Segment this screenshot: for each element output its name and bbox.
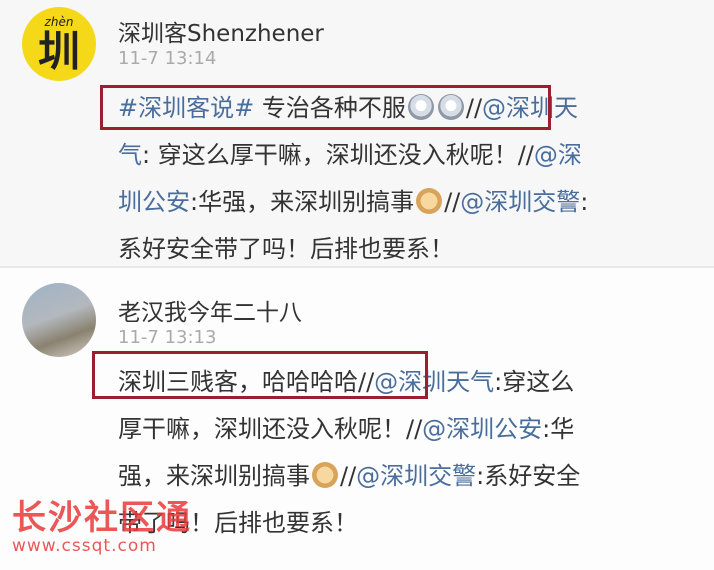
- text-line-3: 圳公安:华强，来深圳别搞事 //@深圳交警:: [118, 179, 678, 226]
- text-segment: :华: [542, 415, 575, 443]
- text-line-2: 气: 穿这么厚干嘛，深圳还没入秋呢！//@深: [118, 132, 678, 179]
- mention-link[interactable]: 气: [118, 141, 142, 169]
- text-segment: :系好安全: [476, 462, 581, 490]
- mention-link[interactable]: @深圳公安: [422, 415, 542, 443]
- doge-icon: [416, 188, 443, 214]
- avatar-character: 圳: [37, 27, 80, 76]
- mention-link[interactable]: @深圳交警: [356, 462, 476, 490]
- text-segment: //: [340, 462, 357, 490]
- author-name[interactable]: 老汉我今年二十八: [118, 293, 302, 327]
- post-time: 11-7 13:13: [118, 327, 217, 348]
- doge-icon: [312, 462, 338, 488]
- text-segment: 强，来深圳别搞事: [118, 462, 310, 490]
- text-segment: :华强，来深圳别搞事: [190, 188, 415, 216]
- text-segment: : 穿这么厚干嘛，深圳还没入秋呢！//: [142, 141, 534, 169]
- text-segment: :: [580, 188, 589, 216]
- text-line-4: 系好安全带了吗！后排也要系！: [118, 235, 454, 263]
- mention-link[interactable]: @深圳交警: [460, 188, 580, 216]
- text-line-3: 强，来深圳别搞事 //@深圳交警:系好安全: [118, 453, 678, 500]
- author-name[interactable]: 深圳客Shenzhener: [118, 14, 324, 48]
- highlight-box: [92, 351, 428, 399]
- post-time: 11-7 13:14: [118, 48, 217, 69]
- avatar[interactable]: [22, 283, 96, 357]
- text-segment: //: [444, 188, 461, 216]
- watermark-logo: 长沙社区通: [12, 498, 192, 538]
- highlight-box: [100, 85, 551, 130]
- text-segment: 厚干嘛，深圳还没入秋呢！//: [118, 415, 423, 443]
- watermark-url: www.cssqt.com: [12, 536, 157, 556]
- text-segment: :穿这么: [494, 368, 575, 396]
- mention-link[interactable]: @深: [534, 141, 582, 169]
- text-line-2: 厚干嘛，深圳还没入秋呢！//@深圳公安:华: [118, 406, 678, 453]
- avatar[interactable]: zhèn 圳: [22, 7, 96, 81]
- text-line-4: 带了吗！后排也要系！: [118, 509, 358, 537]
- mention-link[interactable]: 圳公安: [118, 188, 190, 216]
